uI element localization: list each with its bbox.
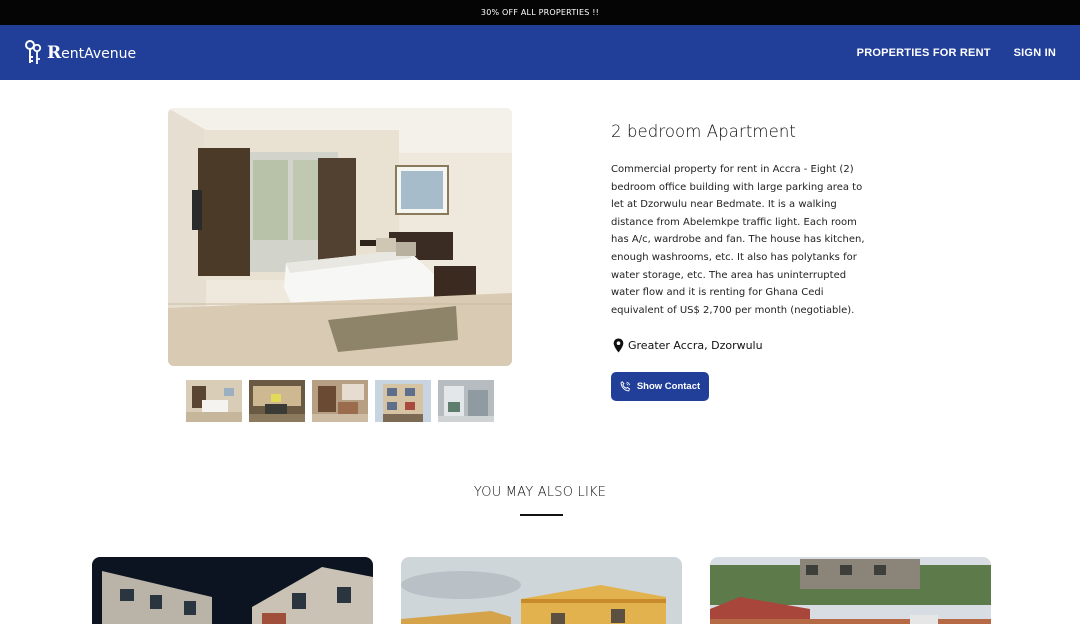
promo-text: 30% OFF ALL PROPERTIES !! (480, 8, 600, 17)
main-property-photo[interactable] (168, 108, 512, 366)
thumbnail-1[interactable] (186, 380, 242, 422)
nav-links: PROPERTIES FOR RENT SIGN IN (834, 47, 1056, 59)
brand-logo[interactable]: RentAvenue (24, 39, 136, 67)
listing-location: Greater Accra, Dzorwulu (613, 338, 763, 353)
nav-properties-link[interactable]: PROPERTIES FOR RENT (857, 47, 991, 59)
related-heading: YOU MAY ALSO LIKE (473, 485, 607, 500)
brand-first-letter: R (47, 42, 62, 63)
phone-icon (620, 381, 630, 392)
listing-description: Commercial property for rent in Accra - … (611, 164, 865, 316)
thumbnail-strip (186, 380, 501, 422)
thumbnail-2[interactable] (249, 380, 305, 422)
show-contact-button[interactable]: Show Contact (611, 372, 709, 401)
thumbnail-5[interactable] (438, 380, 494, 422)
show-contact-label: Show Contact (636, 381, 701, 392)
heading-divider (520, 514, 563, 516)
nav-signin-link[interactable]: SIGN IN (1014, 47, 1056, 59)
map-pin-icon (613, 338, 624, 353)
keys-icon (25, 39, 42, 64)
listing-details: 2 bedroom Apartment Commercial property … (611, 122, 873, 319)
navbar: RentAvenue PROPERTIES FOR RENT SIGN IN (0, 25, 1080, 80)
thumbnail-3[interactable] (312, 380, 368, 422)
thumbnail-4[interactable] (375, 380, 431, 422)
related-card-1[interactable] (92, 557, 373, 624)
location-text: Greater Accra, Dzorwulu (628, 339, 763, 352)
related-card-3[interactable] (710, 557, 991, 624)
brand-rest: entAvenue (61, 45, 137, 62)
promo-banner: 30% OFF ALL PROPERTIES !! (0, 0, 1080, 25)
related-card-2[interactable] (401, 557, 682, 624)
listing-title: 2 bedroom Apartment (611, 122, 796, 141)
brand-name: RentAvenue (47, 43, 136, 63)
